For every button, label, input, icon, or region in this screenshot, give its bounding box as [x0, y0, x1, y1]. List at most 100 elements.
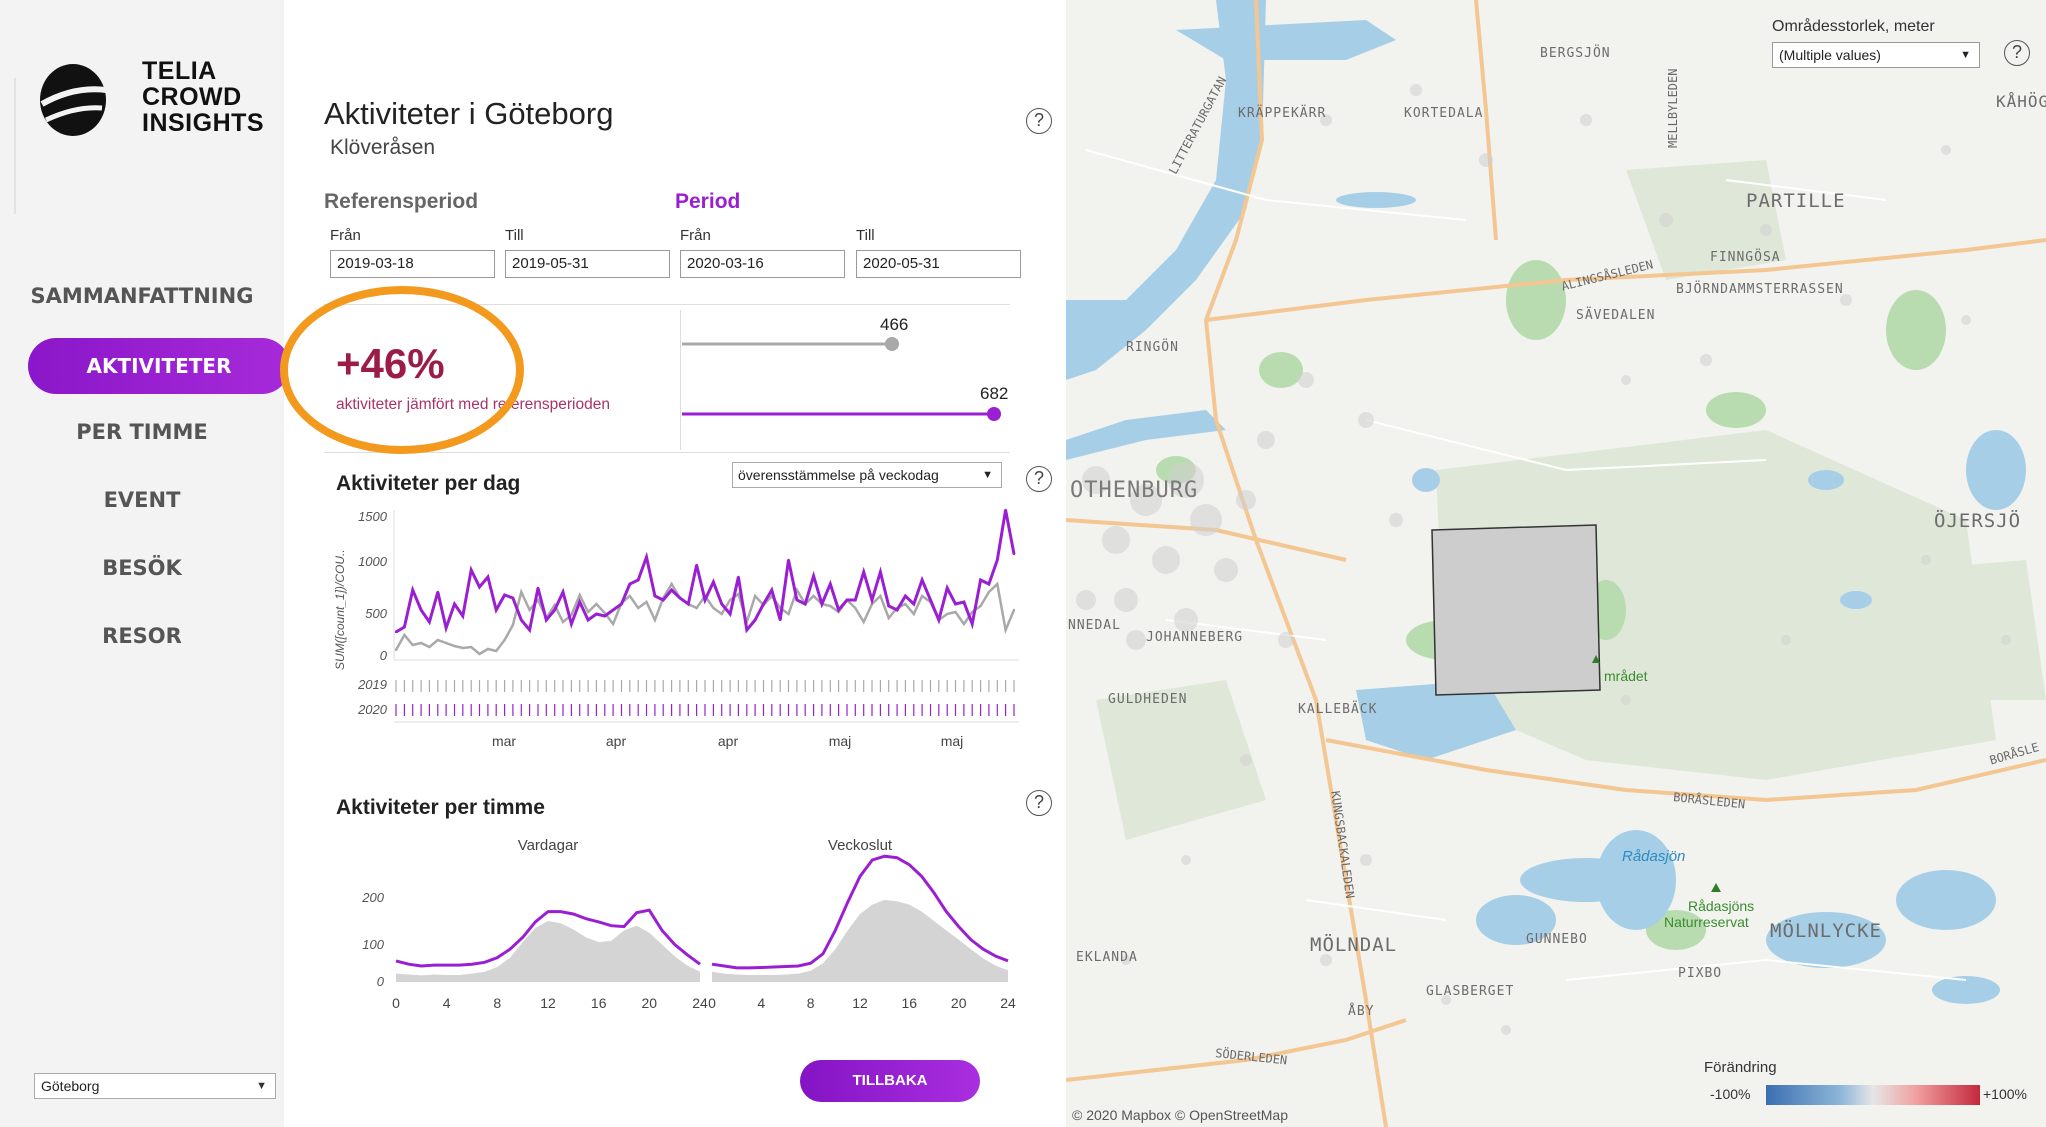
nav-aktiviteter[interactable]: AKTIVITETER	[28, 338, 290, 394]
y-tick: 500	[365, 606, 387, 621]
city-select[interactable]: Göteborg ▼	[34, 1073, 276, 1099]
data-point	[586, 610, 590, 614]
data-point	[862, 570, 865, 574]
map-view[interactable]: BERGSJÖN KÅHÖG KRÄPPEKÄRR KORTEDALA PART…	[1066, 0, 2046, 1127]
data-point	[595, 612, 598, 616]
back-button[interactable]: TILLBAKA	[800, 1060, 980, 1102]
data-point	[637, 578, 640, 582]
place-label: MÖLNLYCKE	[1770, 920, 1882, 942]
data-point	[745, 628, 748, 632]
period-from-input[interactable]: 2020-03-16	[680, 250, 845, 278]
place-label: JOHANNEBERG	[1146, 630, 1244, 645]
place-label: EKLANDA	[1076, 950, 1138, 965]
x-tick: 24	[692, 995, 708, 1011]
data-point	[737, 592, 740, 596]
data-point	[394, 630, 398, 634]
data-point	[912, 612, 915, 616]
data-point	[653, 594, 657, 598]
logo-line: INSIGHTS	[142, 109, 265, 137]
reference-from-input[interactable]: 2019-03-18	[330, 250, 495, 278]
help-icon[interactable]: ?	[2004, 40, 2030, 66]
data-point	[787, 558, 790, 562]
data-point	[987, 582, 991, 586]
park-label: Rådasjöns	[1688, 898, 1755, 914]
data-point	[645, 555, 648, 559]
data-point	[436, 590, 439, 594]
place-label: GLASBERGET	[1426, 984, 1515, 999]
weekday-match-dropdown[interactable]: överensstämmelse på veckodag ▼	[732, 462, 1002, 488]
nav-resor[interactable]: RESOR	[0, 624, 284, 648]
help-icon[interactable]: ?	[1026, 790, 1052, 816]
nav-besok[interactable]: BESÖK	[0, 556, 284, 580]
data-point	[611, 608, 615, 612]
x-tick: 0	[708, 995, 716, 1011]
legend-title: Förändring	[1704, 1059, 1777, 1076]
hourly-x-ticks: 0 4 8 12 16 20 24 0 4 8 12 16 20 24	[392, 995, 1016, 1011]
data-point	[436, 638, 439, 642]
data-point	[920, 578, 924, 582]
place-label: SÄVEDALEN	[1576, 308, 1656, 323]
app-window: TELIA CROWD INSIGHTS SAMMANFATTNING AKTI…	[0, 0, 2046, 1127]
x-tick: 16	[902, 995, 918, 1011]
data-point	[762, 602, 765, 606]
place-label: GUNNEBO	[1526, 932, 1588, 947]
x-tick: 12	[852, 995, 868, 1011]
data-point	[829, 582, 832, 586]
hourly-chart-title: Aktiviteter per timme	[336, 796, 545, 819]
data-point	[779, 618, 782, 622]
data-point	[461, 646, 464, 650]
lake-label: Rådasjön	[1622, 848, 1686, 865]
legend-max-label: +100%	[1983, 1086, 2027, 1102]
data-point	[1012, 552, 1016, 556]
data-point	[904, 594, 907, 598]
reference-to-input[interactable]: 2019-05-31	[505, 250, 670, 278]
data-point	[720, 602, 723, 606]
data-point	[720, 612, 723, 616]
place-label: FINNGÖSA	[1710, 250, 1781, 265]
place-label: OTHENBURG	[1070, 478, 1199, 503]
data-point	[820, 602, 824, 606]
nav-sammanfattning[interactable]: SAMMANFATTNING	[0, 284, 284, 308]
help-icon[interactable]: ?	[1026, 108, 1052, 134]
area-size-select[interactable]: (Multiple values) ▼	[1772, 42, 1980, 68]
period-heading: Period	[675, 190, 741, 213]
x-tick: apr	[606, 733, 627, 749]
change-color-scale	[1766, 1085, 1980, 1105]
data-point	[912, 602, 915, 606]
data-point	[904, 602, 907, 606]
data-point	[879, 570, 882, 574]
data-point	[478, 652, 481, 656]
data-point	[687, 602, 690, 606]
period-to-input[interactable]: 2020-05-31	[856, 250, 1021, 278]
reference-period-heading: Referensperiod	[324, 190, 479, 213]
telia-logo: TELIA CROWD INSIGHTS	[38, 58, 268, 148]
hourly-activity-chart: Vardagar Veckoslut 200 100 0 0 4 8 12 16 20 24…	[361, 837, 1016, 1011]
y-tick: 1500	[358, 509, 388, 524]
panel-title-veckoslut: Veckoslut	[828, 837, 893, 854]
data-point	[670, 588, 673, 592]
dropdown-arrow-icon: ▼	[982, 469, 993, 481]
data-point	[578, 593, 581, 597]
nav-per-timme[interactable]: PER TIMME	[0, 420, 284, 444]
data-point	[570, 622, 573, 626]
day-tick-strips	[395, 680, 1015, 716]
daily-chart-title: Aktiviteter per dag	[336, 472, 521, 495]
data-point	[645, 600, 648, 604]
data-point	[678, 596, 682, 600]
y-tick: 200	[361, 890, 384, 905]
data-point	[511, 596, 515, 600]
daily-activity-chart: SUM([count_1])/COU.. 1500 1000 500 0 201…	[333, 508, 1019, 749]
place-label: RINGÖN	[1126, 340, 1179, 355]
data-point	[662, 598, 665, 602]
data-point	[712, 580, 715, 584]
data-point	[628, 594, 631, 598]
place-label: KRÄPPEKÄRR	[1238, 106, 1327, 121]
sidebar-divider	[14, 78, 16, 214]
selected-area-polygon[interactable]	[1431, 524, 1601, 696]
help-icon[interactable]: ?	[1026, 466, 1052, 492]
data-point	[753, 594, 757, 598]
nav-event[interactable]: EVENT	[0, 488, 284, 512]
x-tick: 0	[392, 995, 400, 1011]
x-tick: 24	[1000, 995, 1016, 1011]
dropdown-arrow-icon: ▼	[1960, 49, 1971, 61]
